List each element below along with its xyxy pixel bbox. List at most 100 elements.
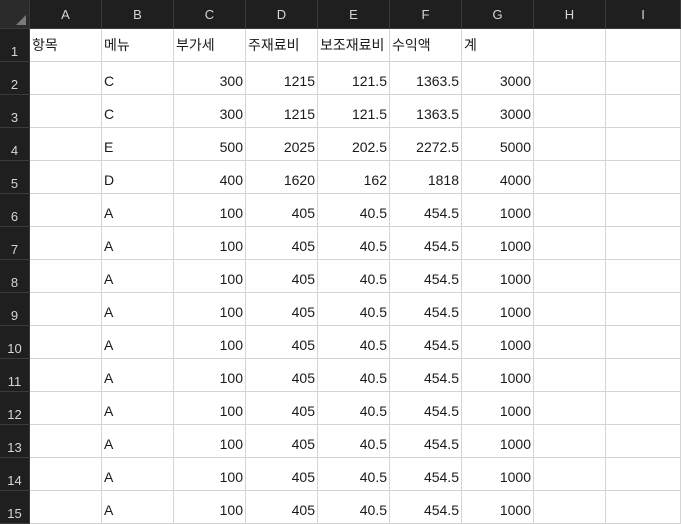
cell-i14[interactable] <box>606 458 681 491</box>
row-header-3[interactable]: 3 <box>0 95 30 128</box>
cell-f5[interactable]: 1818 <box>390 161 462 194</box>
cell-d15[interactable]: 405 <box>246 491 318 524</box>
cell-d11[interactable]: 405 <box>246 359 318 392</box>
cell-b5[interactable]: D <box>102 161 174 194</box>
cell-e12[interactable]: 40.5 <box>318 392 390 425</box>
cell-b8[interactable]: A <box>102 260 174 293</box>
cell-c6[interactable]: 100 <box>174 194 246 227</box>
row-header-14[interactable]: 14 <box>0 458 30 491</box>
cell-c7[interactable]: 100 <box>174 227 246 260</box>
cell-d8[interactable]: 405 <box>246 260 318 293</box>
row-header-7[interactable]: 7 <box>0 227 30 260</box>
cell-d2[interactable]: 1215 <box>246 62 318 95</box>
cell-a10[interactable] <box>30 326 102 359</box>
cell-i4[interactable] <box>606 128 681 161</box>
cell-h11[interactable] <box>534 359 606 392</box>
cell-c3[interactable]: 300 <box>174 95 246 128</box>
cell-d14[interactable]: 405 <box>246 458 318 491</box>
cell-d9[interactable]: 405 <box>246 293 318 326</box>
cell-f10[interactable]: 454.5 <box>390 326 462 359</box>
cell-g6[interactable]: 1000 <box>462 194 534 227</box>
cell-e15[interactable]: 40.5 <box>318 491 390 524</box>
cell-f12[interactable]: 454.5 <box>390 392 462 425</box>
cell-b15[interactable]: A <box>102 491 174 524</box>
cell-c5[interactable]: 400 <box>174 161 246 194</box>
row-header-2[interactable]: 2 <box>0 62 30 95</box>
cell-i15[interactable] <box>606 491 681 524</box>
cell-i8[interactable] <box>606 260 681 293</box>
cell-f1[interactable]: 수익액 <box>390 29 462 62</box>
cell-g8[interactable]: 1000 <box>462 260 534 293</box>
cell-a1[interactable]: 항목 <box>30 29 102 62</box>
column-header-d[interactable]: D <box>246 0 318 29</box>
row-header-1[interactable]: 1 <box>0 29 30 62</box>
cell-e10[interactable]: 40.5 <box>318 326 390 359</box>
cell-b6[interactable]: A <box>102 194 174 227</box>
cell-h5[interactable] <box>534 161 606 194</box>
cell-h6[interactable] <box>534 194 606 227</box>
row-header-5[interactable]: 5 <box>0 161 30 194</box>
cell-i1[interactable] <box>606 29 681 62</box>
column-header-i[interactable]: I <box>606 0 681 29</box>
cell-b4[interactable]: E <box>102 128 174 161</box>
cell-a4[interactable] <box>30 128 102 161</box>
cell-d5[interactable]: 1620 <box>246 161 318 194</box>
cell-c1[interactable]: 부가세 <box>174 29 246 62</box>
column-header-a[interactable]: A <box>30 0 102 29</box>
cell-i9[interactable] <box>606 293 681 326</box>
cell-e3[interactable]: 121.5 <box>318 95 390 128</box>
cell-c2[interactable]: 300 <box>174 62 246 95</box>
cell-h15[interactable] <box>534 491 606 524</box>
cell-d12[interactable]: 405 <box>246 392 318 425</box>
cell-g10[interactable]: 1000 <box>462 326 534 359</box>
cell-g5[interactable]: 4000 <box>462 161 534 194</box>
cell-a12[interactable] <box>30 392 102 425</box>
cell-a9[interactable] <box>30 293 102 326</box>
cell-f6[interactable]: 454.5 <box>390 194 462 227</box>
cell-c14[interactable]: 100 <box>174 458 246 491</box>
cell-i13[interactable] <box>606 425 681 458</box>
cell-h14[interactable] <box>534 458 606 491</box>
cell-c8[interactable]: 100 <box>174 260 246 293</box>
row-header-9[interactable]: 9 <box>0 293 30 326</box>
cell-a2[interactable] <box>30 62 102 95</box>
cell-f13[interactable]: 454.5 <box>390 425 462 458</box>
cell-g11[interactable]: 1000 <box>462 359 534 392</box>
cell-f4[interactable]: 2272.5 <box>390 128 462 161</box>
cell-b1[interactable]: 메뉴 <box>102 29 174 62</box>
cell-f14[interactable]: 454.5 <box>390 458 462 491</box>
cell-f3[interactable]: 1363.5 <box>390 95 462 128</box>
cell-h12[interactable] <box>534 392 606 425</box>
cell-c9[interactable]: 100 <box>174 293 246 326</box>
cell-i2[interactable] <box>606 62 681 95</box>
row-header-6[interactable]: 6 <box>0 194 30 227</box>
column-header-g[interactable]: G <box>462 0 534 29</box>
cell-i12[interactable] <box>606 392 681 425</box>
cell-d4[interactable]: 2025 <box>246 128 318 161</box>
cell-g9[interactable]: 1000 <box>462 293 534 326</box>
cell-b7[interactable]: A <box>102 227 174 260</box>
row-header-8[interactable]: 8 <box>0 260 30 293</box>
cell-b2[interactable]: C <box>102 62 174 95</box>
cell-h4[interactable] <box>534 128 606 161</box>
cell-f2[interactable]: 1363.5 <box>390 62 462 95</box>
row-header-4[interactable]: 4 <box>0 128 30 161</box>
cell-i6[interactable] <box>606 194 681 227</box>
cell-c10[interactable]: 100 <box>174 326 246 359</box>
cell-c13[interactable]: 100 <box>174 425 246 458</box>
cell-e9[interactable]: 40.5 <box>318 293 390 326</box>
cell-g15[interactable]: 1000 <box>462 491 534 524</box>
cell-g14[interactable]: 1000 <box>462 458 534 491</box>
cell-b11[interactable]: A <box>102 359 174 392</box>
cell-h1[interactable] <box>534 29 606 62</box>
cell-b3[interactable]: C <box>102 95 174 128</box>
cell-f11[interactable]: 454.5 <box>390 359 462 392</box>
column-header-e[interactable]: E <box>318 0 390 29</box>
cell-g12[interactable]: 1000 <box>462 392 534 425</box>
column-header-b[interactable]: B <box>102 0 174 29</box>
cell-b13[interactable]: A <box>102 425 174 458</box>
cell-e1[interactable]: 보조재료비 <box>318 29 390 62</box>
cell-i7[interactable] <box>606 227 681 260</box>
cell-h10[interactable] <box>534 326 606 359</box>
cell-c4[interactable]: 500 <box>174 128 246 161</box>
